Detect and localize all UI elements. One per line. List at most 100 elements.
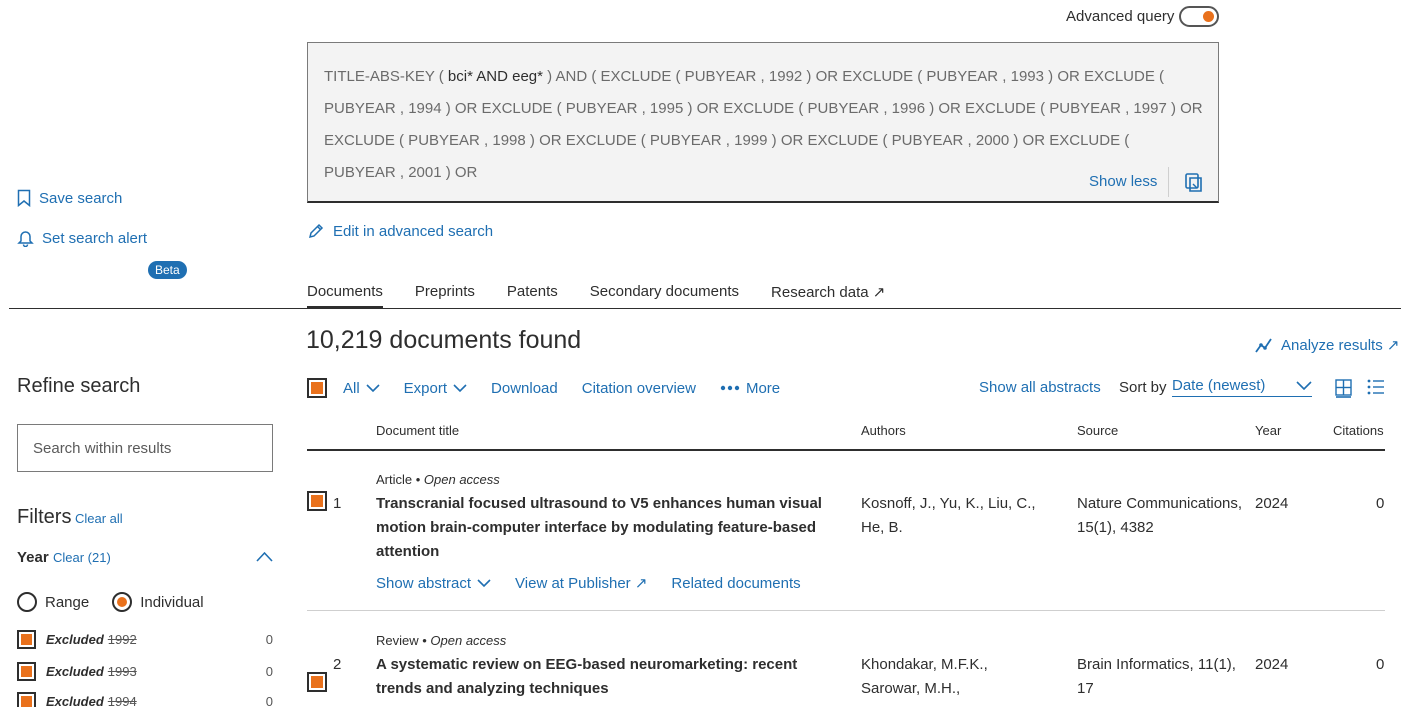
show-all-abstracts-button[interactable]: Show all abstracts bbox=[979, 379, 1101, 396]
year-value: 1993 bbox=[107, 664, 137, 679]
tab-research-data[interactable]: Research data ↗ bbox=[771, 283, 885, 309]
search-within-results-input[interactable] bbox=[17, 424, 273, 472]
query-and: AND bbox=[472, 68, 513, 85]
more-button[interactable]: More bbox=[720, 380, 780, 397]
citations-cell: 0 bbox=[1376, 495, 1385, 512]
analyze-results-link[interactable]: Analyze results ↗ bbox=[1255, 336, 1399, 354]
year-filter-title: Year bbox=[17, 549, 49, 566]
row-checkbox[interactable] bbox=[307, 672, 327, 692]
bell-icon bbox=[17, 229, 34, 247]
year-value: 1994 bbox=[107, 694, 137, 707]
copy-icon[interactable] bbox=[1185, 173, 1203, 193]
source-line: Brain Informatics, 11(1), bbox=[1077, 656, 1236, 673]
document-title-link[interactable]: A systematic review on EEG-based neuroma… bbox=[376, 653, 797, 701]
source-cell[interactable]: Brain Informatics, 11(1), 17 bbox=[1077, 653, 1236, 701]
document-type: Review • Open access bbox=[376, 633, 507, 648]
header-citations[interactable]: Citations bbox=[1333, 423, 1384, 438]
citations-cell: 0 bbox=[1376, 656, 1385, 673]
authors-cell[interactable]: Khondakar, M.F.K., Sarowar, M.H., bbox=[861, 653, 988, 701]
authors-line: Kosnoff, J., Yu, K., Liu, C., bbox=[861, 495, 1036, 512]
individual-label: Individual bbox=[140, 593, 204, 611]
view-at-publisher-link[interactable]: View at Publisher ↗ bbox=[515, 574, 647, 592]
tab-documents[interactable]: Documents bbox=[307, 283, 383, 309]
document-type-label: Article bbox=[376, 472, 413, 487]
bookmark-icon bbox=[17, 189, 31, 207]
query-term-eeg: eeg* bbox=[512, 68, 543, 85]
year-cell: 2024 bbox=[1255, 656, 1289, 673]
authors-line: Khondakar, M.F.K., bbox=[861, 656, 988, 673]
clear-year-filter-link[interactable]: Clear (21) bbox=[53, 550, 111, 565]
year-checkbox[interactable] bbox=[17, 630, 36, 649]
title-line: trends and analyzing techniques bbox=[376, 680, 609, 697]
related-documents-link[interactable]: Related documents bbox=[671, 574, 800, 592]
open-access-label: Open access bbox=[430, 633, 507, 648]
trend-line-icon bbox=[1255, 337, 1273, 353]
chevron-down-icon bbox=[1296, 381, 1312, 390]
range-radio[interactable] bbox=[17, 592, 37, 612]
tab-secondary-documents[interactable]: Secondary documents bbox=[590, 283, 739, 309]
year-checkbox[interactable] bbox=[17, 692, 36, 707]
result-tabs: Documents Preprints Patents Secondary do… bbox=[307, 283, 917, 309]
edit-advanced-search-link[interactable]: Edit in advanced search bbox=[307, 222, 493, 240]
authors-cell[interactable]: Kosnoff, J., Yu, K., Liu, C., He, B. bbox=[861, 492, 1036, 540]
year-filter-row[interactable]: Excluded 1993 0 bbox=[17, 662, 273, 681]
title-line: Transcranial focused ultrasound to V5 en… bbox=[376, 495, 822, 512]
citation-overview-button[interactable]: Citation overview bbox=[582, 380, 696, 397]
row-actions: Show abstract View at Publisher ↗ Relate… bbox=[376, 574, 801, 593]
source-line: 15(1), 4382 bbox=[1077, 519, 1154, 536]
beta-badge: Beta bbox=[148, 261, 187, 279]
pencil-icon bbox=[307, 222, 325, 240]
set-search-alert-button[interactable]: Set search alert bbox=[17, 229, 147, 247]
year-excluded-label: Excluded bbox=[46, 632, 104, 647]
grid-view-icon[interactable] bbox=[1335, 379, 1352, 398]
authors-line: He, B. bbox=[861, 519, 903, 536]
more-dots-icon bbox=[720, 385, 740, 391]
tab-patents[interactable]: Patents bbox=[507, 283, 558, 309]
title-line: attention bbox=[376, 543, 440, 560]
show-abstract-button[interactable]: Show abstract bbox=[376, 574, 491, 592]
analyze-results-label: Analyze results ↗ bbox=[1281, 337, 1400, 354]
clear-all-filters-link[interactable]: Clear all bbox=[75, 511, 123, 526]
list-view-icon[interactable] bbox=[1367, 379, 1385, 395]
source-cell[interactable]: Nature Communications, 15(1), 4382 bbox=[1077, 492, 1242, 540]
more-label: More bbox=[745, 379, 781, 397]
documents-found-count: 10,219 documents found bbox=[306, 326, 582, 354]
header-year[interactable]: Year bbox=[1255, 423, 1281, 438]
save-search-button[interactable]: Save search bbox=[17, 189, 122, 207]
sort-select[interactable]: Date (newest) bbox=[1172, 377, 1312, 397]
all-dropdown[interactable]: All bbox=[343, 380, 380, 397]
document-title-link[interactable]: Transcranial focused ultrasound to V5 en… bbox=[376, 492, 822, 564]
all-label: All bbox=[343, 379, 360, 397]
header-document-title[interactable]: Document title bbox=[376, 423, 459, 438]
set-search-alert-label: Set search alert bbox=[42, 229, 148, 247]
header-source[interactable]: Source bbox=[1077, 423, 1118, 438]
year-excluded-label: Excluded bbox=[46, 664, 104, 679]
chevron-up-icon[interactable] bbox=[256, 551, 273, 562]
row-checkbox[interactable] bbox=[307, 491, 327, 511]
year-filter-row[interactable]: Excluded 1994 0 bbox=[17, 692, 273, 707]
year-checkbox[interactable] bbox=[17, 662, 36, 681]
advanced-query-label: Advanced query bbox=[1066, 8, 1175, 25]
show-less-link[interactable]: Show less bbox=[1089, 173, 1157, 190]
export-dropdown[interactable]: Export bbox=[404, 380, 467, 397]
year-filter-row[interactable]: Excluded 1992 0 bbox=[17, 630, 273, 649]
save-search-label: Save search bbox=[39, 189, 123, 207]
open-access-label: Open access bbox=[423, 472, 500, 487]
advanced-query-toggle[interactable] bbox=[1179, 6, 1219, 27]
tab-preprints[interactable]: Preprints bbox=[415, 283, 475, 309]
individual-radio[interactable] bbox=[112, 592, 133, 612]
query-prefix: TITLE-ABS-KEY ( bbox=[324, 68, 448, 85]
source-line: Nature Communications, bbox=[1077, 495, 1243, 512]
download-button[interactable]: Download bbox=[491, 380, 558, 397]
query-box[interactable]: TITLE-ABS-KEY ( bci* AND eeg* ) AND ( EX… bbox=[307, 42, 1219, 203]
query-text: TITLE-ABS-KEY ( bci* AND eeg* ) AND ( EX… bbox=[324, 61, 1204, 189]
year-excluded-label: Excluded bbox=[46, 694, 104, 707]
header-authors[interactable]: Authors bbox=[861, 423, 906, 438]
refine-search-title: Refine search bbox=[17, 375, 141, 397]
edit-advanced-search-label: Edit in advanced search bbox=[333, 222, 494, 240]
year-cell: 2024 bbox=[1255, 495, 1289, 512]
chevron-down-icon bbox=[453, 383, 467, 393]
select-all-checkbox[interactable] bbox=[307, 378, 327, 398]
row-number: 2 bbox=[333, 656, 342, 673]
title-line: motion brain-computer interface by modul… bbox=[376, 519, 817, 536]
